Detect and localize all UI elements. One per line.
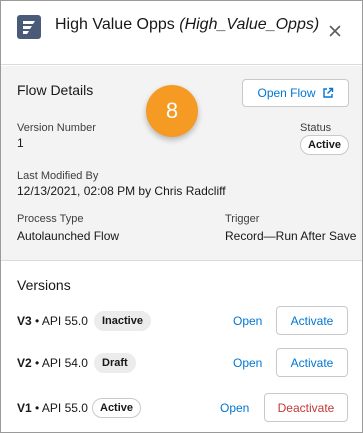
- version-status-badge: Draft: [94, 353, 136, 373]
- version-status-badge: Active: [92, 398, 142, 418]
- version-number: V1: [17, 401, 32, 415]
- page-title: High Value Opps (High_Value_Opps): [55, 15, 319, 35]
- version-status-badge: Inactive: [94, 311, 151, 331]
- version-api: • API 55.0: [35, 314, 88, 328]
- flow-icon: [17, 15, 41, 39]
- version-number-value: 1: [17, 136, 24, 150]
- trigger-label: Trigger: [225, 213, 260, 225]
- panel-header: High Value Opps (High_Value_Opps): [1, 1, 362, 65]
- flow-details-section: Flow Details Open Flow 8 Version Number …: [1, 66, 362, 261]
- last-modified-label: Last Modified By: [17, 170, 99, 182]
- activate-button[interactable]: Activate: [276, 348, 348, 377]
- open-version-link[interactable]: Open: [233, 355, 262, 371]
- flow-details-panel: High Value Opps (High_Value_Opps) Flow D…: [0, 0, 363, 433]
- flow-details-heading: Flow Details: [17, 82, 94, 98]
- version-api: • API 55.0: [35, 401, 88, 415]
- activate-button[interactable]: Activate: [276, 306, 348, 335]
- version-api: • API 54.0: [35, 356, 88, 370]
- version-number: V3: [17, 314, 32, 328]
- step-number-badge: 8: [146, 85, 198, 137]
- open-version-link[interactable]: Open: [220, 400, 249, 416]
- open-flow-button[interactable]: Open Flow: [242, 79, 349, 107]
- open-flow-label: Open Flow: [257, 86, 316, 100]
- external-link-icon: [322, 87, 333, 98]
- version-row: V2 • API 54.0 Draft Open Activate: [1, 348, 362, 378]
- process-type-value: Autolaunched Flow: [17, 229, 120, 243]
- close-icon[interactable]: [327, 23, 343, 39]
- status-badge: Active: [300, 135, 350, 155]
- status-label: Status: [300, 122, 332, 134]
- version-name: V3 • API 55.0: [17, 314, 88, 328]
- version-row: V3 • API 55.0 Inactive Open Activate: [1, 306, 362, 336]
- version-row: V1 • API 55.0 Active Open Deactivate: [1, 393, 362, 423]
- flow-api-name: (High_Value_Opps): [179, 16, 320, 33]
- version-number: V2: [17, 356, 32, 370]
- open-version-link[interactable]: Open: [233, 313, 262, 329]
- trigger-value: Record—Run After Save: [225, 229, 357, 243]
- last-modified-value: 12/13/2021, 02:08 PM by Chris Radcliff: [17, 184, 226, 198]
- process-type-label: Process Type: [17, 213, 84, 225]
- versions-section: Versions V3 • API 55.0 Inactive Open Act…: [1, 262, 362, 432]
- versions-heading: Versions: [17, 277, 71, 293]
- flow-label: High Value Opps: [55, 16, 175, 33]
- deactivate-button[interactable]: Deactivate: [264, 393, 348, 422]
- version-name: V1 • API 55.0: [17, 401, 88, 415]
- version-number-label: Version Number: [17, 122, 96, 134]
- version-name: V2 • API 54.0: [17, 356, 88, 370]
